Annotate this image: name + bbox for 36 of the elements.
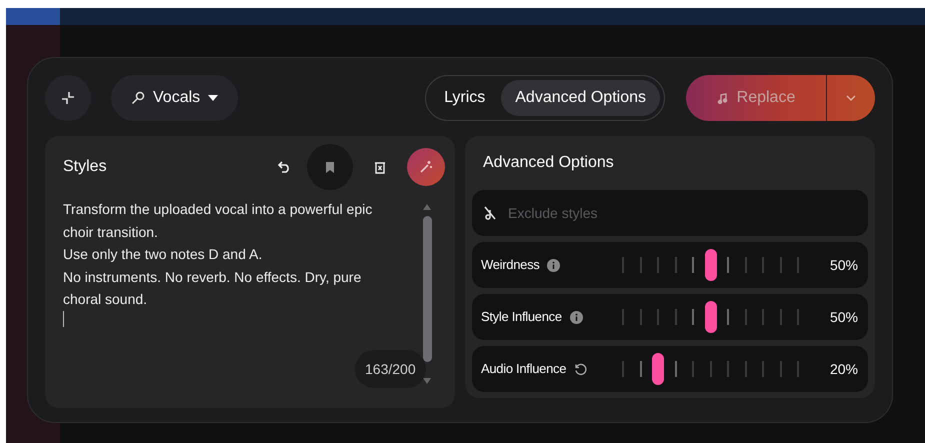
- text-cursor: [63, 310, 64, 326]
- caret-icon: [208, 95, 218, 101]
- bookmark-icon: [325, 160, 335, 174]
- slider-label: Style Influence: [481, 308, 562, 326]
- exclude-styles-field[interactable]: Exclude styles: [472, 190, 868, 236]
- slider-value: 20%: [828, 360, 858, 378]
- scroll-up-icon[interactable]: [423, 204, 431, 210]
- tab[interactable]: Lyrics: [430, 80, 500, 116]
- undo-icon: [278, 161, 290, 173]
- music-note-icon: [716, 92, 729, 104]
- instrument-dropdown[interactable]: Vocals: [111, 75, 238, 121]
- scrollbar-thumb[interactable]: [422, 216, 432, 362]
- slider-thumb[interactable]: [652, 353, 664, 385]
- slider-thumb[interactable]: [704, 249, 716, 281]
- clear-icon: [374, 160, 386, 174]
- scroll-down-icon[interactable]: [423, 378, 431, 384]
- info-icon[interactable]: [547, 258, 560, 272]
- advanced-options-title: Advanced Options: [482, 153, 615, 173]
- tab[interactable]: Advanced Options: [501, 80, 660, 116]
- slider-value: 50%: [828, 308, 858, 326]
- slider-label: Weirdness: [481, 256, 540, 274]
- styles-title: Styles: [63, 157, 107, 177]
- slider-label: Audio Influence: [481, 360, 566, 378]
- info-icon[interactable]: [570, 310, 583, 324]
- bookmark-button[interactable]: [307, 144, 353, 190]
- chevron-down-icon: [846, 95, 856, 101]
- reset-icon[interactable]: [574, 362, 588, 376]
- character-counter: 163/200: [355, 350, 426, 388]
- magic-wand-button[interactable]: [407, 148, 445, 186]
- slider-value: 50%: [828, 256, 858, 274]
- collapse-icon: [61, 91, 75, 105]
- styles-text-field[interactable]: Transform the uploaded vocal into a powerful epic choir transition. Use only the two notes D and A. No instruments. No reverb. No effects. Dry, pure choral sound.: [63, 198, 385, 310]
- muted-note-icon: [484, 206, 496, 220]
- slider-thumb[interactable]: [704, 301, 716, 333]
- magic-wand-icon: [419, 160, 433, 174]
- exclude-styles-input[interactable]: Exclude styles: [508, 202, 808, 224]
